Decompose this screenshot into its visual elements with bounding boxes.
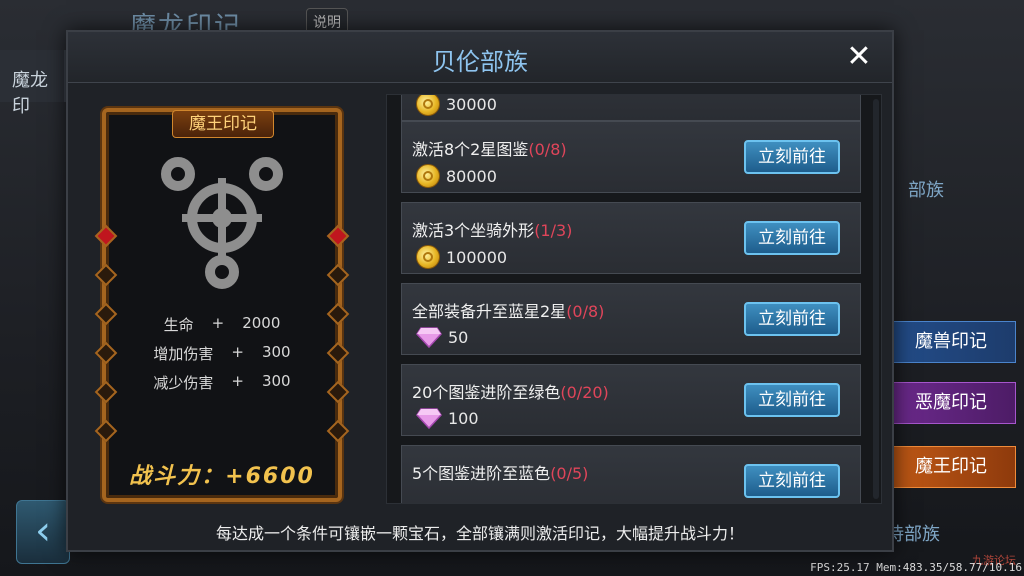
tab-beast-mark[interactable]: 魔兽印记 <box>886 321 1016 363</box>
task-description: 激活8个2星图鉴(0/8) <box>412 140 567 159</box>
go-now-button[interactable]: 立刻前往 <box>744 140 840 174</box>
fps-readout: FPS:25.17 Mem:483.35/58.77/10.16 <box>810 561 1022 574</box>
left-tab[interactable]: 魔龙印 <box>0 50 66 117</box>
gold-coin-icon <box>416 164 440 188</box>
stat-value: 300 <box>261 343 291 361</box>
go-now-button[interactable]: 立刻前往 <box>744 383 840 417</box>
go-now-button[interactable]: 立刻前往 <box>744 302 840 336</box>
task-reward: 80000 <box>416 164 497 188</box>
task-reward: 100 <box>416 407 479 429</box>
gem-slot <box>94 419 118 443</box>
task-row: 20个图鉴进阶至绿色(0/20) 100 立刻前往 <box>401 364 861 436</box>
reward-amount: 100 <box>448 408 479 428</box>
gem-slot <box>94 224 118 248</box>
mark-card: 魔王印记 生命 + 2000 增加伤害 + 300 减少伤害 + 300 战斗力… <box>94 108 350 502</box>
gem-slot <box>326 263 350 287</box>
background-tribe-label: 部族 <box>908 180 944 201</box>
stat-op: + <box>231 343 244 361</box>
back-arrow-icon[interactable]: ‹ <box>16 500 70 564</box>
task-row: 全部装备升至蓝星2星(0/8) 50 立刻前往 <box>401 283 861 355</box>
stat-name: 增加伤害 <box>153 345 214 363</box>
footer-tip: 每达成一个条件可镶嵌一颗宝石，全部镶满则激活印记，大幅提升战斗力！ <box>215 524 744 543</box>
task-progress: (1/3) <box>534 221 573 240</box>
gem-slot <box>326 419 350 443</box>
task-progress: (0/20) <box>560 383 609 402</box>
stat-value: 300 <box>261 372 291 390</box>
stat-name: 生命 <box>163 316 194 334</box>
gold-coin-icon <box>416 245 440 269</box>
reward-amount: 80000 <box>446 166 497 186</box>
task-description: 激活3个坐骑外形(1/3) <box>412 221 573 240</box>
diamond-icon <box>416 408 442 429</box>
stat-op: + <box>231 372 244 390</box>
task-progress: (0/8) <box>528 140 567 159</box>
task-description: 5个图鉴进阶至蓝色(0/5) <box>412 464 589 483</box>
diamond-icon <box>416 327 442 348</box>
task-row: 30000 <box>401 94 861 121</box>
stat-name: 减少伤害 <box>153 374 214 392</box>
task-reward: 100000 <box>416 245 507 269</box>
reward-amount: 100000 <box>446 247 508 267</box>
task-reward: 50 <box>416 326 468 348</box>
tab-demon-mark[interactable]: 恶魔印记 <box>886 382 1016 424</box>
stat-row: 增加伤害 + 300 <box>102 343 342 372</box>
gold-coin-icon <box>416 95 440 116</box>
combat-power: 战斗力：+6600 <box>129 464 315 489</box>
task-scrollbar[interactable] <box>873 99 879 499</box>
tribe-modal: 贝伦部族 ✕ 魔王印记 生命 + 2000 增加伤害 + 300 减少伤害 + … <box>66 30 894 552</box>
gear-cluster-icon <box>161 157 283 289</box>
task-progress: (0/8) <box>566 302 605 321</box>
task-list[interactable]: 30000 激活8个2星图鉴(0/8) 80000 立刻前往 激活3个坐骑外形(… <box>386 94 882 504</box>
task-row: 激活3个坐骑外形(1/3) 100000 立刻前往 <box>401 202 861 274</box>
task-description: 20个图鉴进阶至绿色(0/20) <box>412 383 609 402</box>
stat-op: + <box>211 314 225 332</box>
task-reward: 30000 <box>416 94 497 116</box>
card-stats: 生命 + 2000 增加伤害 + 300 减少伤害 + 300 <box>102 314 342 401</box>
gem-slot <box>94 263 118 287</box>
stat-value: 2000 <box>242 314 281 332</box>
go-now-button[interactable]: 立刻前往 <box>744 464 840 498</box>
task-description: 全部装备升至蓝星2星(0/8) <box>412 302 605 321</box>
task-progress: (0/5) <box>550 464 589 483</box>
close-icon[interactable]: ✕ <box>844 42 874 72</box>
go-now-button[interactable]: 立刻前往 <box>744 221 840 255</box>
stat-row: 减少伤害 + 300 <box>102 372 342 401</box>
modal-title: 贝伦部族 <box>432 48 528 76</box>
reward-amount: 30000 <box>446 94 497 114</box>
modal-header: 贝伦部族 ✕ <box>68 32 892 83</box>
card-title: 魔王印记 <box>172 110 274 138</box>
reward-amount: 50 <box>448 327 469 347</box>
task-row: 5个图鉴进阶至蓝色(0/5) 立刻前往 <box>401 445 861 503</box>
gem-slot <box>326 224 350 248</box>
stat-row: 生命 + 2000 <box>102 314 342 343</box>
background-tribe-label-bottom: 诗部族 <box>886 524 940 545</box>
tab-demon-king-mark[interactable]: 魔王印记 <box>886 446 1016 488</box>
task-row: 激活8个2星图鉴(0/8) 80000 立刻前往 <box>401 121 861 193</box>
